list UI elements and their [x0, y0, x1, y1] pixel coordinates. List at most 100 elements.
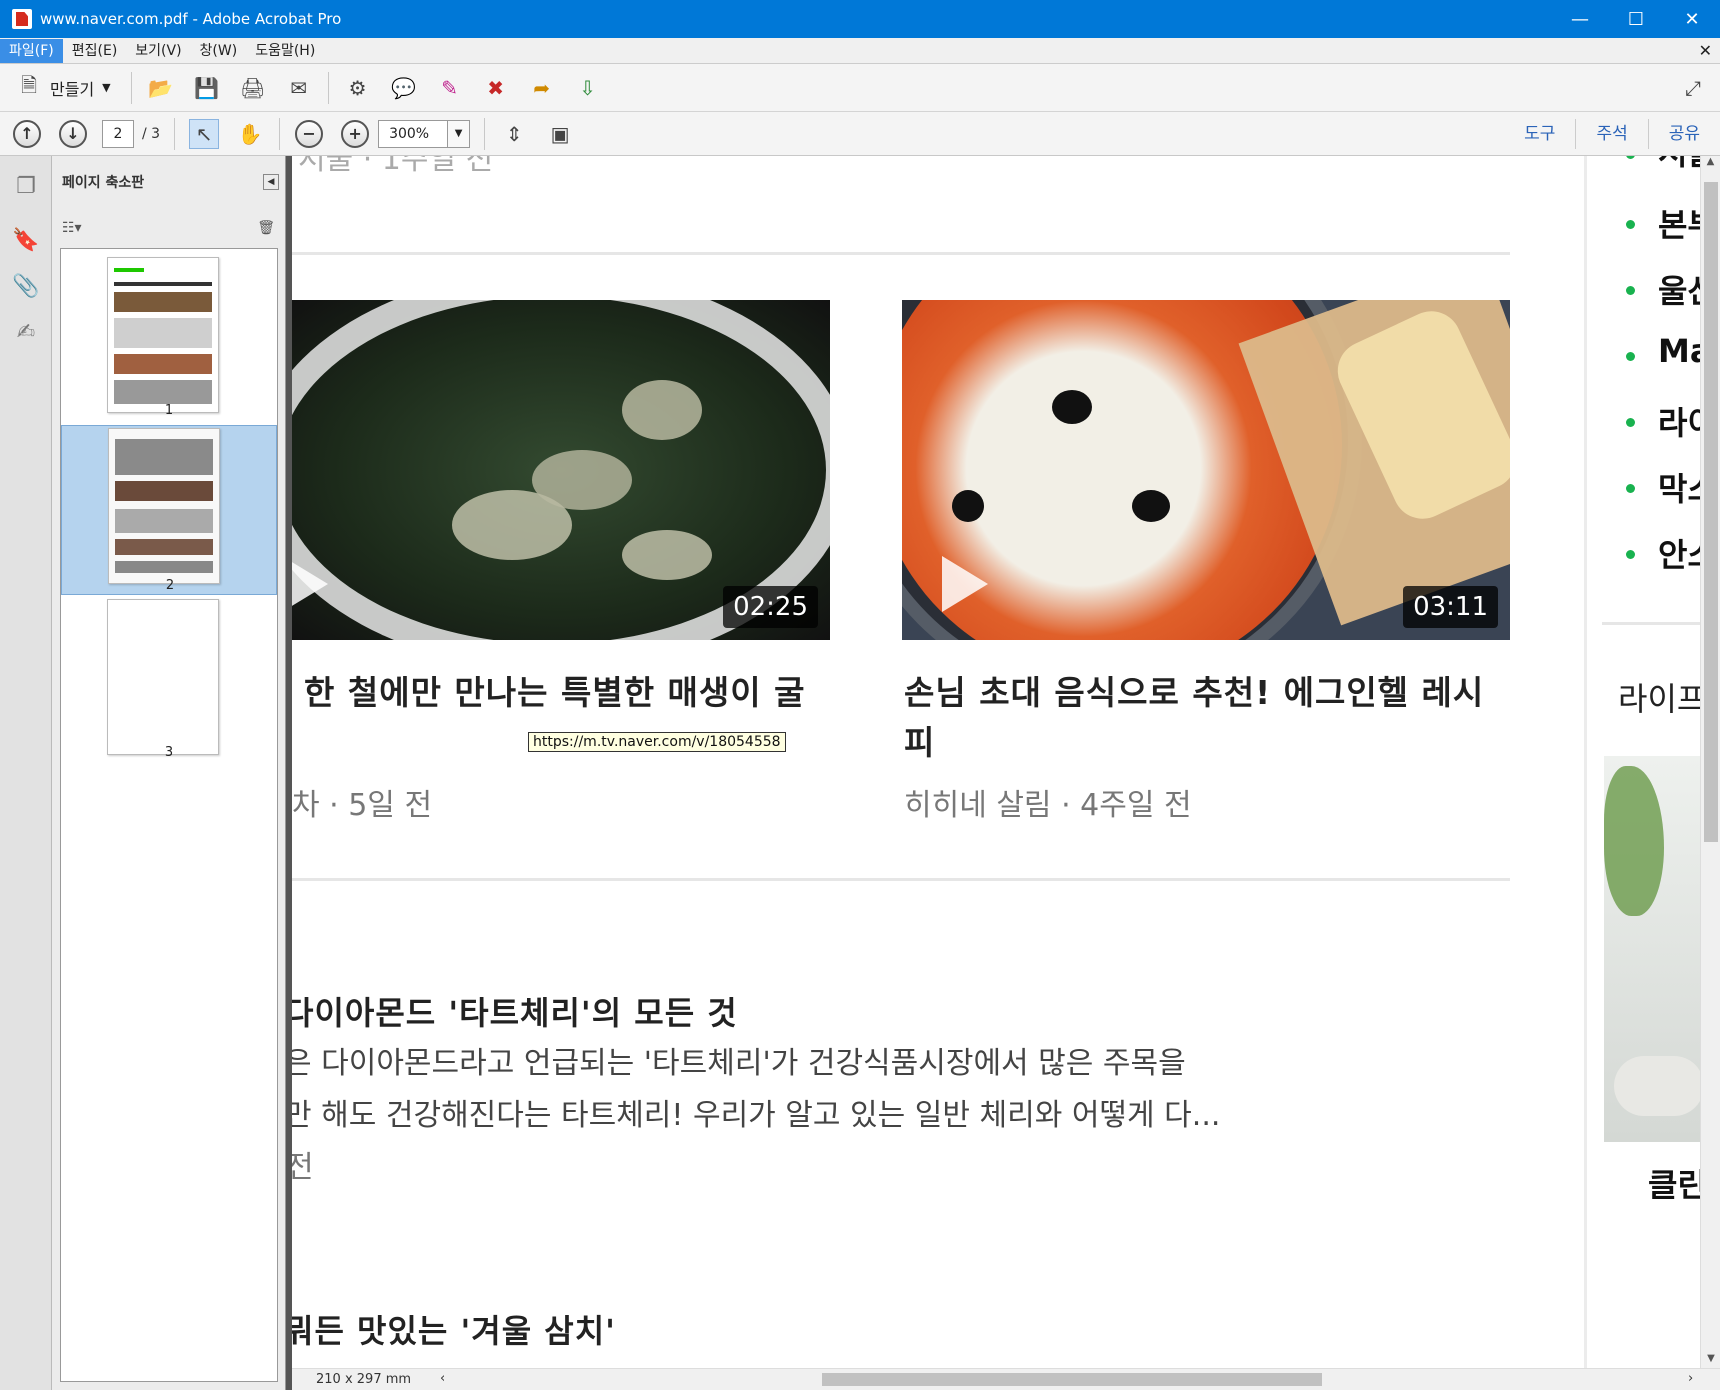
right-list-item[interactable]: 안소	[1658, 530, 1700, 576]
signature-icon[interactable]: ✍	[10, 316, 42, 348]
menu-view[interactable]: 보기(V)	[126, 39, 190, 63]
open-folder-icon[interactable]: 📂	[146, 73, 176, 103]
divider	[327, 71, 329, 104]
video-meta: 히히네 살림 · 4주일 전	[904, 788, 1192, 823]
article-meta: 전	[292, 1150, 314, 1185]
article-line-1: 은 다이아몬드라고 언급되는 '타트체리'가 건강식품시장에서 많은 주목을	[292, 1046, 1186, 1081]
thumbnail-list[interactable]: 1 2 3	[60, 248, 278, 1382]
article-title[interactable]: 다이아몬드 '타트체리'의 모든 것	[292, 988, 738, 1038]
video-thumbnail-1[interactable]: 02:25	[292, 300, 830, 640]
right-list-item[interactable]: 막스	[1658, 464, 1700, 510]
fit-page-icon[interactable]: ▣	[545, 119, 575, 149]
page-number-input[interactable]: 2	[102, 119, 134, 148]
redact-icon[interactable]: ✖	[481, 73, 511, 103]
page-thumbnails-icon[interactable]: ❐	[10, 170, 42, 202]
thumbnail-page-2[interactable]: 2	[61, 425, 277, 595]
hand-tool-icon[interactable]: ✋	[235, 119, 265, 149]
thumbnail-page-1[interactable]: 1	[61, 257, 277, 423]
gear-icon[interactable]: ⚙	[343, 73, 373, 103]
collapse-panel-icon[interactable]: ◀	[263, 174, 279, 190]
options-menu-icon[interactable]: ☷▾	[62, 220, 82, 236]
menu-file[interactable]: 파일(F)	[0, 38, 63, 63]
thumbnail-label: 1	[164, 403, 174, 418]
bullet-icon	[1626, 484, 1635, 493]
comment-link[interactable]: 주석	[1575, 118, 1647, 149]
print-icon[interactable]: 🖨	[238, 73, 268, 103]
bullet-icon	[1626, 220, 1635, 229]
article-line-2: 만 해도 건강해진다는 타트체리! 우리가 알고 있는 일반 체리와 어떻게 다…	[292, 1098, 1221, 1133]
vertical-scrollbar[interactable]: ▲ ▼	[1700, 156, 1720, 1368]
previous-page-button[interactable]: ↑	[12, 119, 42, 149]
right-list-item[interactable]: 서울	[1658, 156, 1700, 174]
tools-link[interactable]: 도구	[1504, 119, 1575, 149]
share-link[interactable]: 공유	[1647, 118, 1720, 149]
divider	[292, 878, 1510, 881]
document-view[interactable]: 서울 · 1주일 전 02:25 한 철에만 만나는 특별한 매생이 굴 차 ·…	[292, 156, 1700, 1368]
scroll-right-icon[interactable]: ›	[1688, 1371, 1693, 1386]
zoom-in-button[interactable]: +	[340, 119, 370, 149]
right-section-image[interactable]	[1604, 756, 1700, 1142]
panel-title: 페이지 축소판	[62, 175, 145, 191]
video-meta: 차 · 5일 전	[292, 788, 433, 823]
thumbnail-label: 3	[164, 745, 174, 760]
video-title-line-1[interactable]: 손님 초대 음식으로 추천! 에그인헬 레시	[904, 668, 1484, 718]
video-time: 4주일 전	[1080, 788, 1192, 823]
zoom-dropdown-chevron-icon[interactable]: ▼	[448, 119, 471, 148]
highlight-icon[interactable]: ✎	[435, 73, 465, 103]
menu-edit[interactable]: 편집(E)	[63, 39, 127, 63]
create-label: 만들기	[50, 79, 95, 99]
right-list-item[interactable]: Ma	[1658, 332, 1700, 370]
article-title[interactable]: 뭐든 맛있는 '겨울 삼치'	[292, 1306, 616, 1356]
combine-icon[interactable]: ⇩	[573, 73, 603, 103]
video-thumbnail-2[interactable]: 03:11	[902, 300, 1510, 640]
minimize-button[interactable]: —	[1552, 0, 1608, 38]
bullet-icon	[1626, 418, 1635, 427]
scroll-down-icon[interactable]: ▼	[1701, 1353, 1720, 1364]
menu-bar: 파일(F) 편집(E) 보기(V) 창(W) 도움말(H) ✕	[0, 38, 1720, 64]
select-tool-icon[interactable]: ↖	[189, 118, 220, 149]
trash-icon[interactable]: 🗑	[257, 220, 275, 236]
close-window-button[interactable]: ✕	[1664, 0, 1720, 38]
right-list-item[interactable]: 본부	[1658, 200, 1700, 246]
menu-help[interactable]: 도움말(H)	[246, 39, 324, 63]
maximize-button[interactable]: ☐	[1608, 0, 1664, 38]
thumbnail-page-3[interactable]: 3	[61, 599, 277, 765]
right-section-heading: 라이프	[1618, 680, 1700, 718]
thumbnail-tools: ☷▾ 🗑	[52, 208, 285, 248]
vertical-scroll-thumb[interactable]	[1704, 182, 1718, 842]
video-duration: 02:25	[723, 586, 818, 628]
video-title-line-2[interactable]: 피	[904, 718, 935, 768]
zoom-level-input[interactable]: 300%	[378, 119, 449, 148]
create-button[interactable]: 🗎 만들기 ▼	[14, 73, 111, 103]
create-pdf-icon: 🗎	[20, 72, 38, 97]
divider	[174, 117, 176, 150]
bookmark-icon[interactable]: 🔖	[10, 224, 42, 256]
close-document-icon[interactable]: ✕	[1699, 41, 1712, 60]
right-bottom-title[interactable]: 클린	[1648, 1160, 1700, 1206]
horizontal-scroll-thumb[interactable]	[822, 1373, 1322, 1386]
fit-width-icon[interactable]: ⇕	[499, 119, 529, 149]
expand-icon[interactable]: ⤢	[1678, 73, 1708, 103]
bullet-icon	[1626, 550, 1635, 559]
scroll-left-icon[interactable]: ‹	[440, 1371, 445, 1386]
horizontal-scrollbar[interactable]: 210 x 297 mm ‹ ›	[292, 1368, 1720, 1390]
acrobat-icon	[12, 9, 32, 29]
scroll-up-icon[interactable]: ▲	[1701, 156, 1720, 167]
zoom-out-button[interactable]: −	[294, 119, 324, 149]
right-list-item[interactable]: 라이	[1658, 398, 1700, 444]
email-icon[interactable]: ✉	[284, 73, 314, 103]
attachment-icon[interactable]: 📎	[10, 270, 42, 302]
save-icon[interactable]: 💾	[192, 73, 222, 103]
divider	[279, 117, 281, 150]
export-icon[interactable]: ➦	[527, 73, 557, 103]
navigation-toolbar: ↑ ↓ 2 / 3 ↖ ✋ − + 300% ▼ ⇕ ▣ 도구 주석 공유	[0, 112, 1720, 156]
video-source: 차	[292, 788, 320, 823]
menu-window[interactable]: 창(W)	[191, 39, 247, 63]
video-title[interactable]: 한 철에만 만나는 특별한 매생이 굴	[304, 668, 844, 718]
bullet-icon	[1626, 286, 1635, 295]
right-links: 도구 주석 공유	[1504, 112, 1720, 156]
thumbnail-panel: 페이지 축소판 ◀ ☷▾ 🗑 1 2 3	[52, 156, 286, 1390]
comment-icon[interactable]: 💬	[389, 73, 419, 103]
right-list-item[interactable]: 울산	[1658, 266, 1700, 312]
next-page-button[interactable]: ↓	[58, 119, 88, 149]
